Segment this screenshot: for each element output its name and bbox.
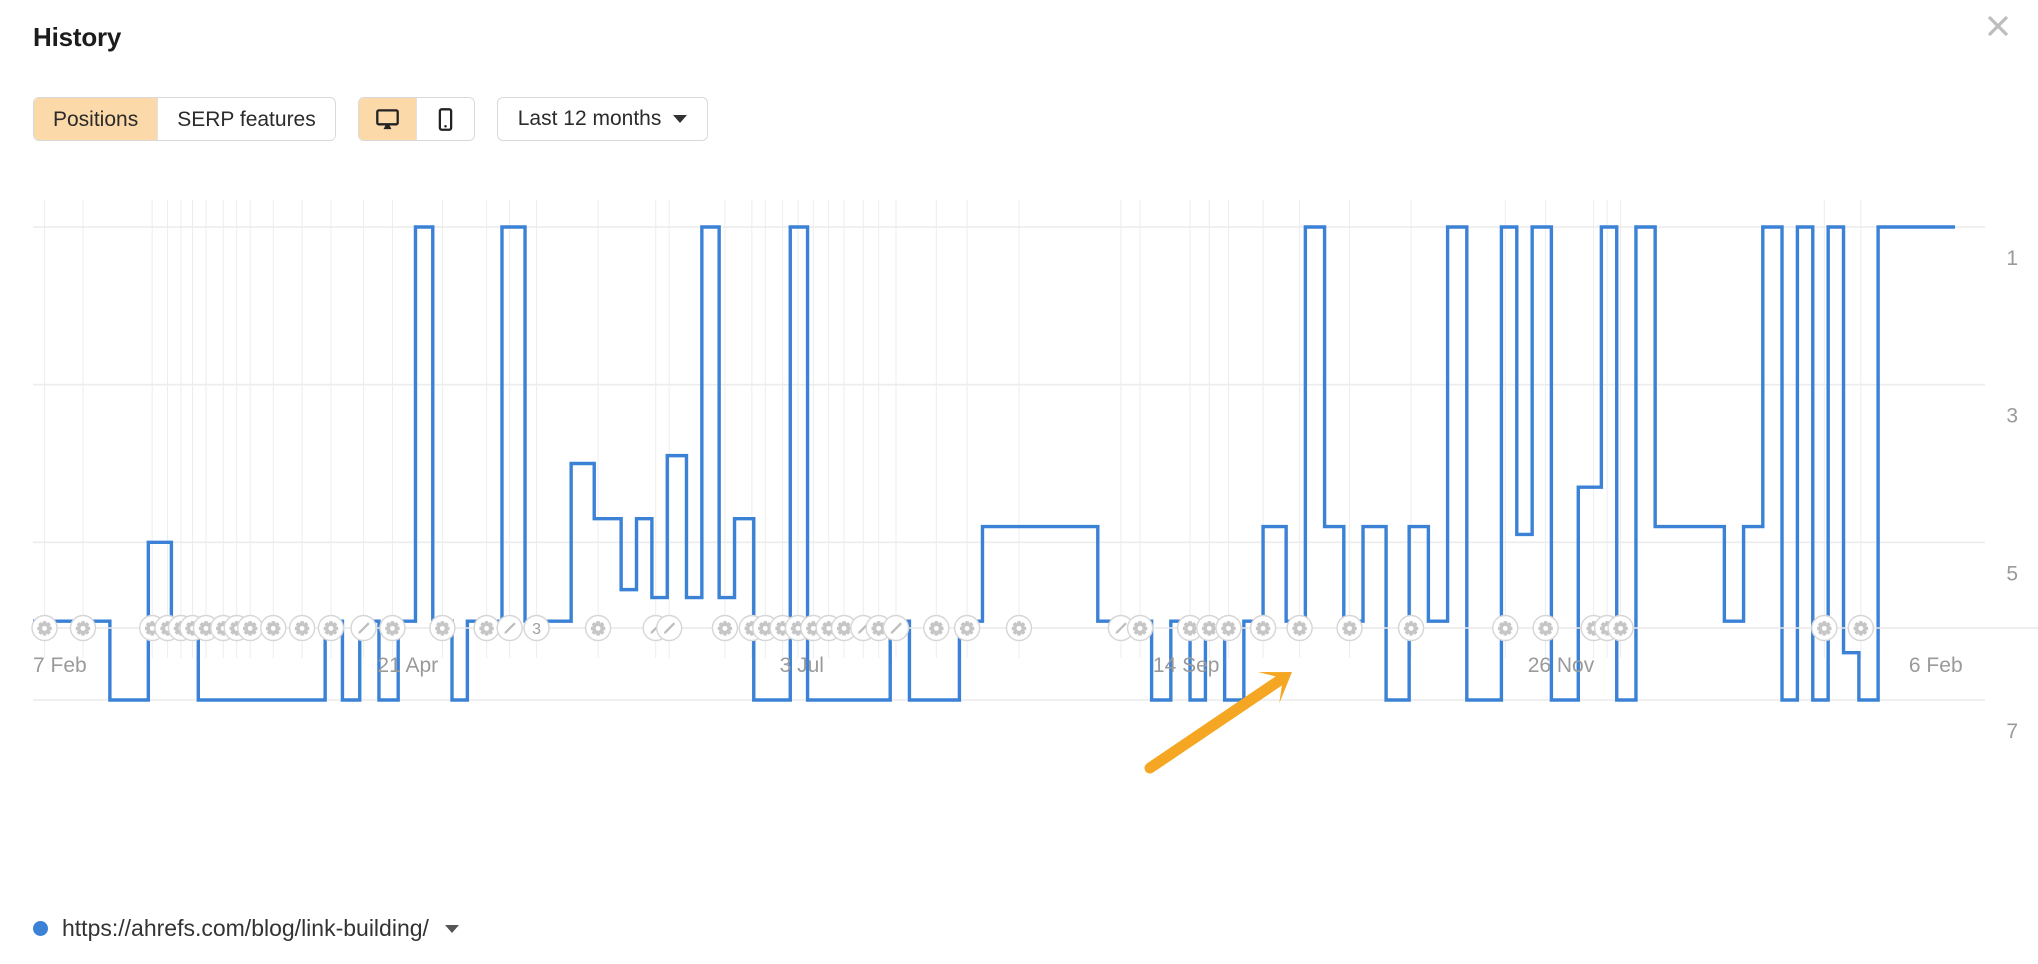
event-marker[interactable] [882, 614, 910, 642]
gear-icon [590, 621, 606, 636]
event-marker[interactable] [236, 614, 264, 642]
event-marker[interactable] [496, 614, 523, 642]
x-tick-label: 3 Jul [780, 654, 824, 677]
history-chart: 1 3 5 7 3 7 Feb 21 Apr 3 Jul 14 Sep 26 Nov 6 Feb [0, 200, 2038, 880]
y-tick-label: 1 [2006, 247, 2018, 270]
series-legend-item[interactable]: https://ahrefs.com/blog/link-building/ [33, 915, 459, 942]
tab-device-desktop[interactable] [358, 98, 417, 140]
event-marker[interactable] [31, 614, 58, 642]
event-marker[interactable] [1126, 614, 1154, 642]
event-marker[interactable] [429, 614, 456, 642]
gear-icon [1292, 621, 1307, 636]
chart-gridlines [44, 200, 1862, 658]
y-tick-label: 5 [2006, 562, 2018, 585]
event-marker[interactable] [1811, 614, 1838, 642]
event-marker[interactable] [350, 614, 377, 642]
gear-icon [1202, 621, 1217, 636]
event-marker[interactable] [1847, 614, 1875, 642]
x-tick-label: 21 Apr [377, 654, 438, 677]
device-segmented-control [357, 97, 475, 141]
gear-icon [37, 621, 52, 636]
gear-icon [959, 621, 975, 636]
chart-toolbar: Positions SERP features Last 12 months [33, 97, 709, 141]
gear-icon [1011, 621, 1027, 636]
gear-icon [435, 621, 450, 636]
mobile-icon [433, 107, 458, 132]
gear-icon [1817, 621, 1832, 636]
date-range-dropdown[interactable]: Last 12 months [496, 97, 709, 141]
event-marker[interactable] [1607, 614, 1634, 642]
event-marker[interactable] [1397, 614, 1425, 642]
gear-icon [385, 621, 400, 636]
gear-icon [1853, 621, 1869, 636]
close-icon [1984, 12, 2012, 40]
x-tick-label: 6 Feb [1909, 654, 1963, 677]
gear-icon [1221, 621, 1236, 636]
series-url-label: https://ahrefs.com/blog/link-building/ [62, 915, 429, 941]
chevron-down-icon [673, 115, 688, 123]
gear-icon [1342, 621, 1357, 636]
gear-icon [717, 621, 733, 636]
gear-icon [1132, 621, 1148, 636]
tab-serp-features[interactable]: SERP features [158, 98, 335, 140]
gear-icon [242, 621, 258, 636]
gear-icon [1403, 621, 1419, 636]
desktop-icon [375, 107, 400, 132]
x-tick-label: 7 Feb [33, 654, 87, 677]
chevron-down-icon [444, 924, 459, 933]
gear-icon [1538, 621, 1553, 636]
event-marker[interactable] [69, 614, 97, 642]
gear-icon [929, 621, 944, 636]
gear-icon [75, 621, 91, 636]
page-title: History [33, 22, 122, 52]
y-tick-label: 7 [2006, 720, 2018, 743]
chart-x-axis-labels: 7 Feb 21 Apr 3 Jul 14 Sep 26 Nov 6 Feb [33, 654, 1963, 677]
x-tick-label: 14 Sep [1153, 654, 1220, 677]
event-marker[interactable] [1286, 614, 1313, 642]
gear-icon [1182, 621, 1198, 636]
event-marker[interactable] [655, 614, 683, 642]
close-button[interactable] [1978, 6, 2018, 46]
event-marker[interactable]: 3 [523, 614, 550, 642]
event-marker[interactable] [1492, 614, 1519, 642]
event-marker[interactable] [1532, 614, 1559, 642]
gear-icon [266, 621, 281, 636]
panel-header: History [0, 0, 2038, 66]
event-marker[interactable] [473, 614, 500, 642]
chart-y-axis-labels: 1 3 5 7 [2006, 247, 2018, 743]
cluster-count-label: 3 [532, 621, 541, 638]
series-color-dot [33, 921, 48, 936]
event-marker[interactable] [379, 614, 406, 642]
event-marker[interactable] [923, 614, 950, 642]
tab-device-mobile[interactable] [416, 98, 474, 140]
gear-icon [1255, 621, 1271, 636]
gear-icon [1613, 621, 1628, 636]
gear-icon [479, 621, 494, 636]
event-marker[interactable] [1249, 614, 1277, 642]
event-marker[interactable] [584, 614, 612, 642]
gear-icon [836, 621, 852, 636]
mode-segmented-control: Positions SERP features [33, 97, 336, 141]
event-marker[interactable] [711, 614, 739, 642]
y-tick-label: 3 [2006, 405, 2018, 428]
tab-positions[interactable]: Positions [34, 98, 159, 140]
event-marker[interactable] [260, 614, 287, 642]
gear-icon [294, 621, 310, 636]
event-marker[interactable] [317, 614, 345, 642]
date-range-label: Last 12 months [517, 107, 662, 130]
event-marker[interactable] [288, 614, 316, 642]
gear-icon [323, 621, 339, 636]
event-marker[interactable] [953, 614, 981, 642]
event-marker[interactable] [1215, 614, 1242, 642]
event-marker[interactable] [1336, 614, 1363, 642]
event-marker[interactable] [1005, 614, 1033, 642]
gear-icon [1498, 621, 1513, 636]
positions-line-chart[interactable]: 1 3 5 7 3 7 Feb 21 Apr 3 Jul 14 Sep 26 Nov 6 Feb [0, 200, 2038, 880]
x-tick-label: 26 Nov [1528, 654, 1595, 677]
